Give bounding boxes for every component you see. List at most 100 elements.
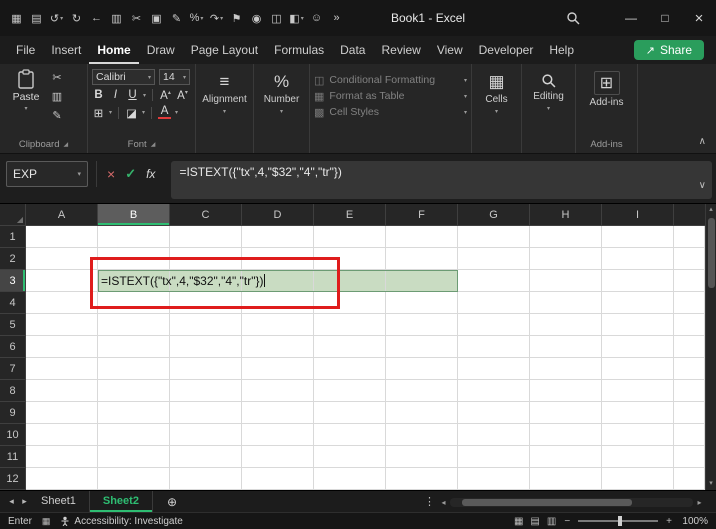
sheet-tab-sheet1[interactable]: Sheet1 [28, 491, 90, 512]
macro-record-icon[interactable]: ▦ [42, 516, 51, 527]
row-header-5[interactable]: 5 [0, 314, 26, 336]
cell-b6[interactable] [98, 336, 170, 358]
cell-e8[interactable] [314, 380, 386, 402]
cell-i1[interactable] [602, 226, 674, 248]
cell-e5[interactable] [314, 314, 386, 336]
column-header-d[interactable]: D [242, 204, 314, 226]
cell-a12[interactable] [26, 468, 98, 490]
cell-b2[interactable] [98, 248, 170, 270]
cell-i9[interactable] [602, 402, 674, 424]
cell-g9[interactable] [458, 402, 530, 424]
percent-style-icon[interactable]: % ▾ [188, 8, 205, 28]
cell-c7[interactable] [170, 358, 242, 380]
tab-insert[interactable]: Insert [43, 36, 89, 64]
enter-button[interactable]: ✓ [125, 166, 136, 182]
cell-h6[interactable] [530, 336, 602, 358]
cell-styles-button[interactable]: ▩ Cell Styles ▾ [314, 104, 467, 120]
cell-b10[interactable] [98, 424, 170, 446]
fill-color-dropdown-icon[interactable]: ▾ [142, 109, 145, 116]
cell-f8[interactable] [386, 380, 458, 402]
cut-icon[interactable]: ✂ [128, 8, 145, 28]
accessibility-checker[interactable]: Accessibility: Investigate [60, 516, 183, 527]
tab-data[interactable]: Data [332, 36, 373, 64]
zoom-in-button[interactable]: + [666, 516, 672, 527]
insert-table-icon[interactable]: ◫ [268, 8, 285, 28]
cell-b12[interactable] [98, 468, 170, 490]
number-group-button[interactable]: % Number ▾ [254, 64, 310, 153]
column-header-e[interactable]: E [314, 204, 386, 226]
cell-d11[interactable] [242, 446, 314, 468]
cell-i8[interactable] [602, 380, 674, 402]
addins-icon[interactable]: ⊞ [593, 71, 620, 95]
increase-font-button[interactable]: A▴ [159, 89, 172, 102]
cell-e9[interactable] [314, 402, 386, 424]
borders-dropdown-icon[interactable]: ▾ [109, 109, 112, 116]
tab-file[interactable]: File [8, 36, 43, 64]
row-header-12[interactable]: 12 [0, 468, 26, 490]
tab-view[interactable]: View [429, 36, 471, 64]
cell-i2[interactable] [602, 248, 674, 270]
cell-clipped[interactable] [674, 314, 705, 336]
cell-i3[interactable] [602, 270, 674, 292]
cell-f11[interactable] [386, 446, 458, 468]
more-commands-icon[interactable]: » [328, 8, 345, 28]
row-header-11[interactable]: 11 [0, 446, 26, 468]
cell-g6[interactable] [458, 336, 530, 358]
cell-a9[interactable] [26, 402, 98, 424]
cell-f2[interactable] [386, 248, 458, 270]
cell-h7[interactable] [530, 358, 602, 380]
back-icon[interactable]: ← [88, 8, 105, 28]
cell-c1[interactable] [170, 226, 242, 248]
cell-d2[interactable] [242, 248, 314, 270]
cell-clipped[interactable] [674, 402, 705, 424]
cell-d6[interactable] [242, 336, 314, 358]
paste-button[interactable]: Paste ▾ [4, 69, 48, 137]
format-painter-button[interactable]: ✎ [48, 109, 66, 122]
cell-a5[interactable] [26, 314, 98, 336]
search-icon[interactable] [566, 11, 580, 25]
cell-a10[interactable] [26, 424, 98, 446]
cell-e3[interactable] [314, 270, 386, 292]
font-name-select[interactable]: Calibri ▾ [92, 69, 155, 85]
scroll-up-icon[interactable]: ▴ [706, 204, 716, 216]
cell-g11[interactable] [458, 446, 530, 468]
share-button[interactable]: ↗ Share [633, 40, 704, 60]
decrease-font-button[interactable]: A▾ [176, 89, 189, 102]
cell-h5[interactable] [530, 314, 602, 336]
zoom-level[interactable]: 100% [680, 516, 708, 527]
cell-e6[interactable] [314, 336, 386, 358]
tab-formulas[interactable]: Formulas [266, 36, 332, 64]
tab-page-layout[interactable]: Page Layout [183, 36, 266, 64]
cell-i10[interactable] [602, 424, 674, 446]
cancel-button[interactable]: × [107, 166, 115, 182]
select-all-corner[interactable]: ◢ [0, 204, 26, 226]
cell-b11[interactable] [98, 446, 170, 468]
row-header-10[interactable]: 10 [0, 424, 26, 446]
collapse-ribbon-icon[interactable]: ∧ [699, 136, 706, 147]
close-button[interactable]: × [682, 0, 716, 36]
tab-draw[interactable]: Draw [139, 36, 183, 64]
cell-e2[interactable] [314, 248, 386, 270]
cell-d4[interactable] [242, 292, 314, 314]
tab-developer[interactable]: Developer [471, 36, 542, 64]
cell-d8[interactable] [242, 380, 314, 402]
column-header-f[interactable]: F [386, 204, 458, 226]
column-header-i[interactable]: I [602, 204, 674, 226]
name-box[interactable]: EXP ▾ [6, 161, 88, 187]
italic-button[interactable]: I [109, 89, 122, 101]
row-header-4[interactable]: 4 [0, 292, 26, 314]
cell-h2[interactable] [530, 248, 602, 270]
minimize-button[interactable]: — [614, 0, 648, 36]
horizontal-scrollbar[interactable]: ◂ ▸ [437, 495, 706, 509]
cell-a1[interactable] [26, 226, 98, 248]
cut-button[interactable]: ✂ [48, 71, 66, 84]
cell-g12[interactable] [458, 468, 530, 490]
apps-icon[interactable]: ▦ [8, 8, 25, 28]
cell-c10[interactable] [170, 424, 242, 446]
cell-clipped[interactable] [674, 446, 705, 468]
cell-a7[interactable] [26, 358, 98, 380]
zoom-slider[interactable] [578, 516, 659, 526]
horizontal-scroll-thumb[interactable] [462, 498, 633, 506]
cell-f9[interactable] [386, 402, 458, 424]
zoom-slider-thumb[interactable] [618, 516, 623, 526]
